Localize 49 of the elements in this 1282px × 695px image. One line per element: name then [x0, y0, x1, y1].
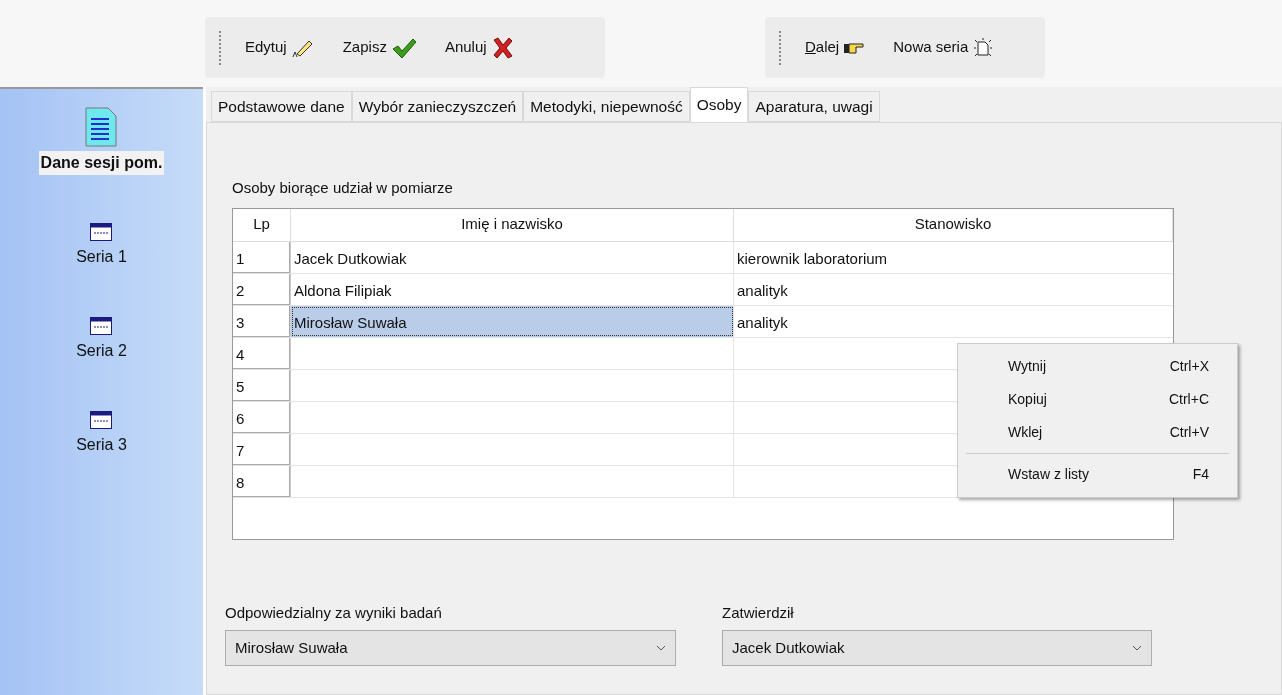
row-number: 1 [233, 241, 291, 273]
row-number: 6 [233, 401, 291, 433]
chevron-down-icon [656, 645, 666, 651]
row-number: 8 [233, 465, 291, 497]
check-icon [390, 36, 417, 59]
field-label: Zatwierdził [722, 602, 794, 623]
tab[interactable]: Wybór zanieczyszczeń [351, 91, 524, 122]
menu-item[interactable]: Kopiuj Ctrl+C [958, 383, 1237, 416]
window-icon [90, 317, 113, 335]
new-document-icon [972, 36, 995, 59]
toolbar-button[interactable]: Zapisz [338, 32, 421, 63]
row-number: 4 [233, 337, 291, 369]
table-cell-text: analityk [736, 281, 789, 301]
tab[interactable]: Metodyki, niepewność [523, 91, 690, 122]
row-number: 2 [233, 273, 291, 305]
sidebar-item[interactable]: Seria 1 [76, 223, 127, 269]
column-header: Lp [233, 208, 291, 241]
dropdown[interactable]: Mirosław Suwała [225, 630, 676, 666]
menu-item[interactable]: Wstaw z listy F4 [958, 458, 1237, 491]
tab[interactable]: Aparatura, uwagi [748, 91, 880, 122]
sidebar-item[interactable]: Seria 2 [76, 317, 127, 363]
table-cell: Aldona Filipiak [291, 273, 734, 305]
sidebar-item[interactable]: Seria 3 [76, 411, 127, 457]
toolbar-button[interactable]: Anuluj [440, 32, 519, 63]
tab[interactable]: Podstawowe dane [211, 91, 352, 122]
chevron-down-icon [1132, 645, 1142, 651]
toolbar-button[interactable]: Dalej [801, 32, 870, 63]
dropdown[interactable]: Jacek Dutkowiak [722, 630, 1152, 666]
row-number: 3 [233, 305, 291, 337]
table-cell: Jacek Dutkowiak [291, 241, 734, 273]
document-icon [85, 107, 118, 147]
field-label: Odpowiedzialny za wyniki badań [225, 602, 442, 623]
table-cell: Mirosław Suwała [291, 305, 734, 337]
window-icon [90, 411, 113, 429]
window-icon [90, 223, 113, 241]
sidebar-item[interactable]: Dane sesji pom. [38, 107, 165, 175]
row-number: 7 [233, 433, 291, 465]
toolbar-button[interactable]: Edytuj [241, 32, 319, 63]
section-label: Osoby biorące udział w pomiarze [232, 178, 453, 198]
toolbar-button[interactable]: Nowa seria [889, 32, 999, 63]
menu-item[interactable]: Wklej Ctrl+V [958, 416, 1237, 449]
row-number: 5 [233, 369, 291, 401]
tab[interactable]: Osoby [689, 87, 749, 122]
column-header: Imię i nazwisko [291, 208, 734, 241]
table-cell-text: analityk [736, 313, 789, 333]
table-cell-text: kierownik laboratorium [736, 249, 889, 269]
pointing-hand-icon [843, 40, 866, 55]
column-header: Stanowisko [734, 208, 1173, 241]
menu-item[interactable]: Wytnij Ctrl+X [958, 350, 1237, 383]
